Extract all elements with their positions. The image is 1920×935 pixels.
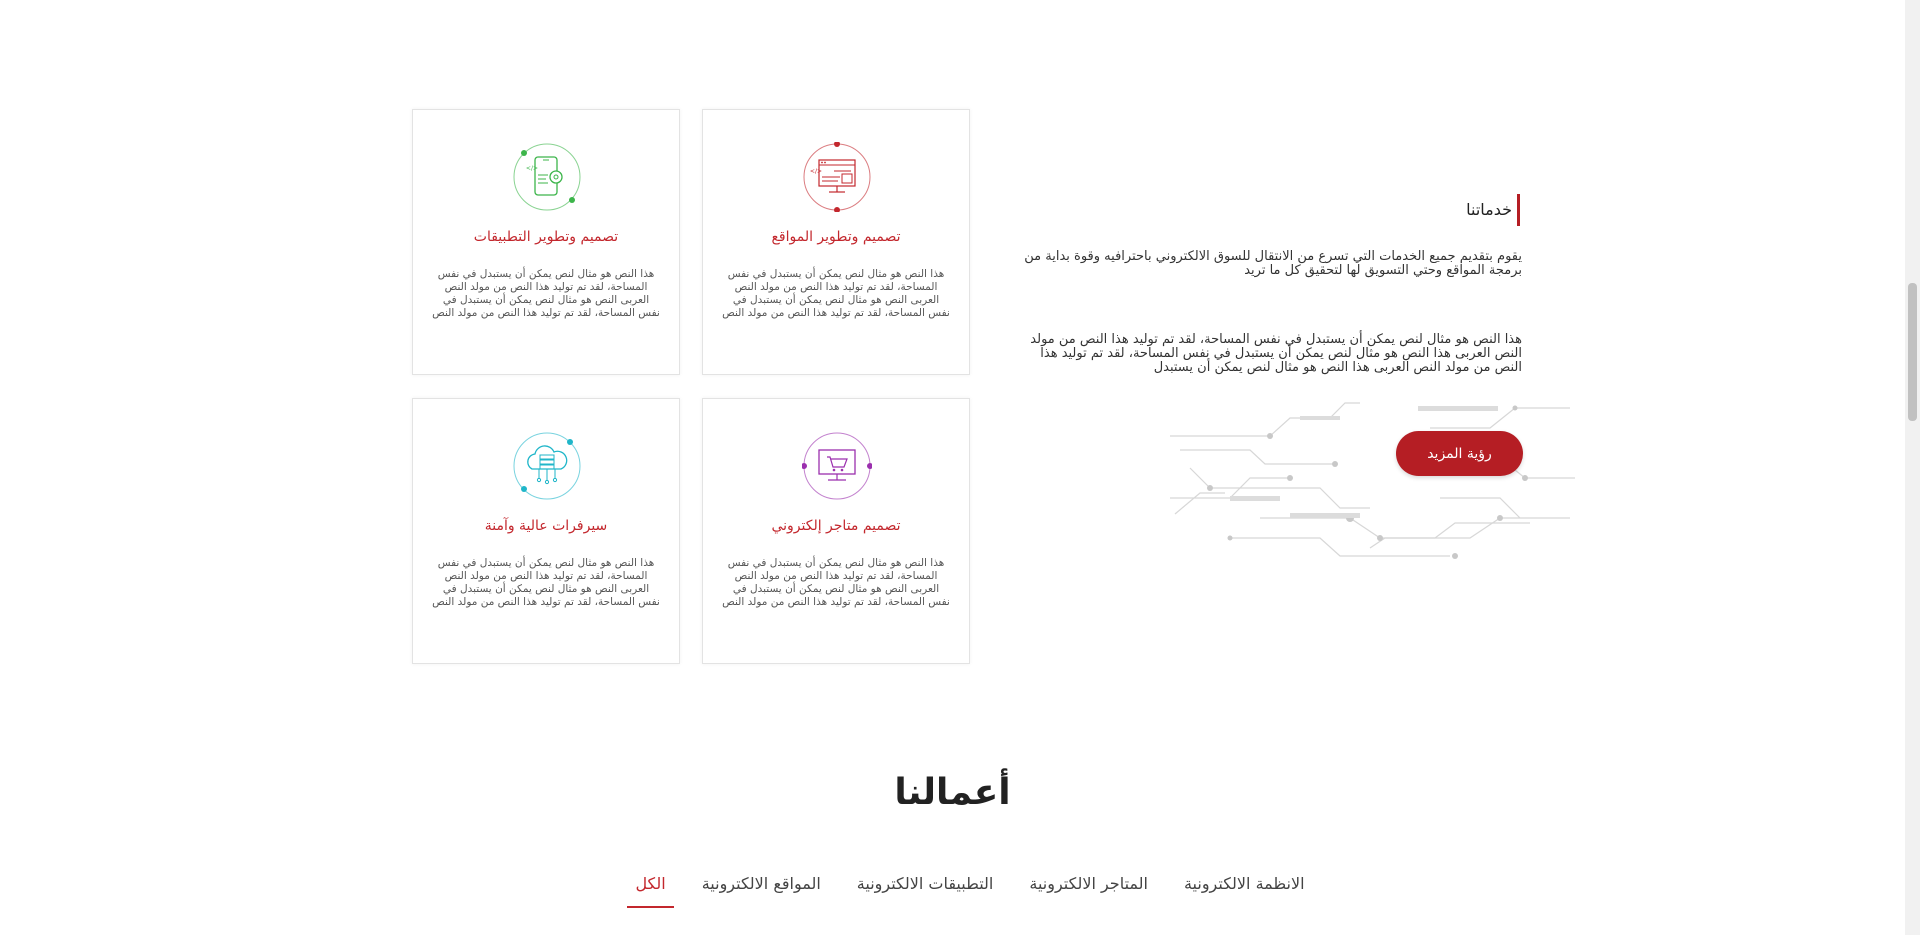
web-development-icon: </> [802,141,872,213]
service-title: تصميم متاجر إلكتروني [771,518,901,534]
intro-paragraph: يقوم بتقديم جميع الخدمات التي تسرع من ال… [1024,249,1522,278]
circuit-decoration [1170,402,1575,559]
service-title: تصميم وتطوير المواقع [771,229,901,245]
tab-apps[interactable]: التطبيقات الالكترونية [849,872,1002,908]
works-title: أعمالنا [894,772,1011,813]
service-description: هذا النص هو مثال لنص يمكن أن يستبدل في ن… [432,557,660,608]
service-card-ecommerce[interactable]: تصميم متاجر إلكتروني هذا النص هو مثال لن… [702,398,970,664]
ecommerce-cart-icon [801,431,873,501]
service-title: تصميم وتطوير التطبيقات [473,229,619,245]
section-label: خدماتنا [1440,194,1520,226]
works-filter-tabs: الكل المواقع الالكترونية التطبيقات الالك… [620,872,1320,908]
intro-paragraph-secondary: هذا النص هو مثال لنص يمكن أن يستبدل في ن… [1030,332,1522,375]
tab-systems[interactable]: الانظمة الالكترونية [1176,872,1313,908]
scrollbar-thumb[interactable] [1908,283,1917,421]
service-card-servers[interactable]: سيرفرات عالية وآمنة هذا النص هو مثال لنص… [412,398,680,664]
tab-all[interactable]: الكل [627,872,674,908]
svg-text:</>: </> [526,165,538,172]
service-card-web[interactable]: </> تصميم وتطوير المواقع هذا النص هو مثا… [702,109,970,375]
tab-websites[interactable]: المواقع الالكترونية [694,872,829,908]
service-title: سيرفرات عالية وآمنة [484,518,608,534]
service-card-app[interactable]: </> تصميم وتطوير التطبيقات هذا النص هو م… [412,109,680,375]
page-scrollbar[interactable] [1905,0,1920,935]
service-description: هذا النص هو مثال لنص يمكن أن يستبدل في ن… [722,557,950,608]
svg-text:</>: </> [810,168,822,175]
tab-stores[interactable]: المتاجر الالكترونية [1021,872,1156,908]
page: </> تصميم وتطوير المواقع هذا النص هو مثا… [0,0,1905,935]
service-description: هذا النص هو مثال لنص يمكن أن يستبدل في ن… [722,268,950,319]
cloud-server-icon [512,431,582,501]
see-more-button[interactable]: رؤية المزيد [1396,431,1523,476]
app-development-icon: </> [512,142,582,212]
service-description: هذا النص هو مثال لنص يمكن أن يستبدل في ن… [432,268,660,319]
